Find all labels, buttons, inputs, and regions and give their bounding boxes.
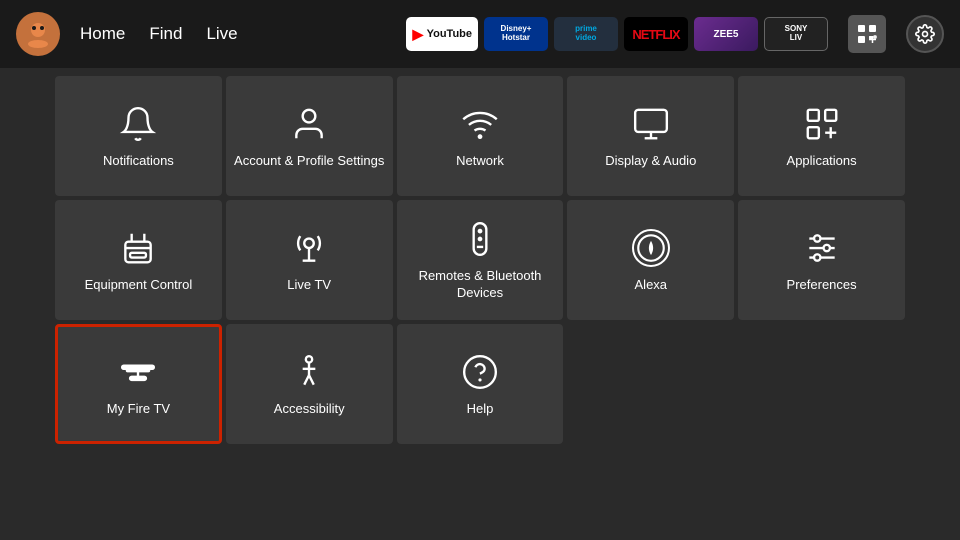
tile-help[interactable]: Help xyxy=(397,324,564,444)
tile-alexa[interactable]: Alexa xyxy=(567,200,734,320)
tile-applications-label: Applications xyxy=(787,153,857,170)
settings-grid: Notifications Account & Profile Settings… xyxy=(55,76,905,444)
app-sony[interactable]: SONYLIV xyxy=(764,17,828,51)
grid-view-button[interactable] xyxy=(848,15,886,53)
top-nav: Home Find Live ▶ YouTube Disney+Hotstar … xyxy=(0,0,960,68)
tile-account-label: Account & Profile Settings xyxy=(234,153,384,170)
settings-main: Notifications Account & Profile Settings… xyxy=(0,68,960,540)
tile-equipment-control[interactable]: Equipment Control xyxy=(55,200,222,320)
app-logo[interactable] xyxy=(16,12,60,56)
settings-button[interactable] xyxy=(906,15,944,53)
tile-applications[interactable]: Applications xyxy=(738,76,905,196)
tile-alexa-label: Alexa xyxy=(635,277,668,294)
nav-apps: ▶ YouTube Disney+Hotstar primevideo NETF… xyxy=(406,17,828,51)
tile-preferences-label: Preferences xyxy=(787,277,857,294)
tile-remotes-bluetooth[interactable]: Remotes & Bluetooth Devices xyxy=(397,200,564,320)
tile-help-label: Help xyxy=(467,401,494,418)
nav-home[interactable]: Home xyxy=(80,24,125,44)
tile-remotes-bluetooth-label: Remotes & Bluetooth Devices xyxy=(405,268,556,302)
nav-links: Home Find Live xyxy=(80,24,238,44)
accessibility-icon xyxy=(290,353,328,391)
tile-live-tv-label: Live TV xyxy=(287,277,331,294)
sliders-icon xyxy=(803,229,841,267)
app-netflix[interactable]: NETFLIX xyxy=(624,17,688,51)
fire-tv-icon xyxy=(119,353,157,391)
tile-notifications[interactable]: Notifications xyxy=(55,76,222,196)
app-youtube[interactable]: ▶ YouTube xyxy=(406,17,478,51)
nav-find[interactable]: Find xyxy=(149,24,182,44)
help-icon xyxy=(461,353,499,391)
tile-network[interactable]: Network xyxy=(397,76,564,196)
tile-notifications-label: Notifications xyxy=(103,153,174,170)
tile-display-audio[interactable]: Display & Audio xyxy=(567,76,734,196)
alexa-icon xyxy=(632,229,670,267)
apps-icon xyxy=(803,105,841,143)
tile-accessibility-label: Accessibility xyxy=(274,401,345,418)
tile-network-label: Network xyxy=(456,153,504,170)
app-prime[interactable]: primevideo xyxy=(554,17,618,51)
antenna-icon xyxy=(290,229,328,267)
bell-icon xyxy=(119,105,157,143)
app-zee5[interactable]: ZEE5 xyxy=(694,17,758,51)
remote-icon xyxy=(461,220,499,258)
tile-equipment-control-label: Equipment Control xyxy=(85,277,193,294)
tile-preferences[interactable]: Preferences xyxy=(738,200,905,320)
tile-accessibility[interactable]: Accessibility xyxy=(226,324,393,444)
wifi-icon xyxy=(461,105,499,143)
tile-my-fire-tv[interactable]: My Fire TV xyxy=(55,324,222,444)
tile-display-audio-label: Display & Audio xyxy=(605,153,696,170)
display-icon xyxy=(632,105,670,143)
tile-my-fire-tv-label: My Fire TV xyxy=(107,401,170,418)
person-icon xyxy=(290,105,328,143)
tv-remote-icon xyxy=(119,229,157,267)
tile-live-tv[interactable]: Live TV xyxy=(226,200,393,320)
nav-live[interactable]: Live xyxy=(206,24,237,44)
app-disney[interactable]: Disney+Hotstar xyxy=(484,17,548,51)
tile-account[interactable]: Account & Profile Settings xyxy=(226,76,393,196)
